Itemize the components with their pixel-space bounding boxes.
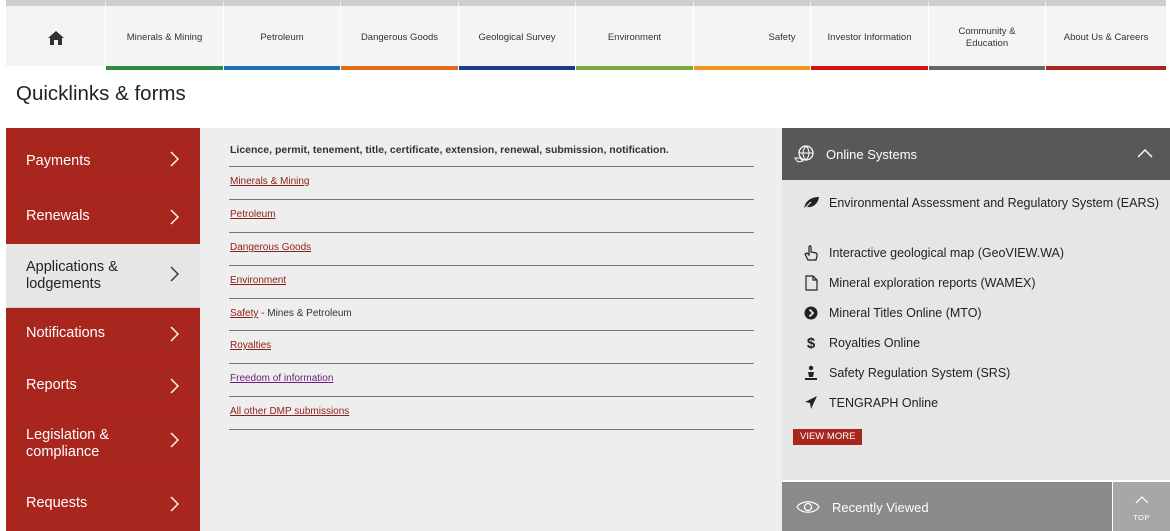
home-icon [47,31,64,45]
arrow-circle-icon [802,305,820,321]
link-suffix: - Mines & Petroleum [258,308,352,319]
recently-viewed-header[interactable]: Recently Viewed [782,482,1112,531]
link-royalties[interactable]: Royalties [230,340,271,351]
nav-label: Community & Education [958,26,1016,49]
sidebar-item-reports[interactable]: Reports [6,360,200,412]
back-to-top-label: TOP [1133,513,1150,522]
online-system-label: TENGRAPH Online [829,396,939,410]
chevron-right-icon [170,378,179,393]
nav-label: Geological Survey [478,32,556,43]
chevron-up-icon[interactable] [1137,148,1153,158]
list-item: Petroleum [229,200,754,233]
recently-viewed-title: Recently Viewed [832,500,929,515]
sidebar-item-label: Requests [26,495,88,511]
link-minerals-mining[interactable]: Minerals & Mining [230,176,309,187]
nav-label: About Us & Careers [1063,32,1149,43]
nav-investor-information[interactable]: Investor Information [811,0,929,70]
sidebar-item-label: Payments [26,153,91,169]
online-system-label: Mineral exploration reports (WAMEX) [829,276,1036,290]
nav-minerals-mining[interactable]: Minerals & Mining [106,0,224,70]
sidebar-item-requests[interactable]: Requests [6,476,200,531]
link-petroleum[interactable]: Petroleum [230,209,276,220]
link-environment[interactable]: Environment [230,275,286,286]
nav-safety[interactable]: Safety [694,0,811,70]
back-to-top-button[interactable]: TOP [1113,482,1170,531]
nav-petroleum[interactable]: Petroleum [224,0,341,70]
quicklinks-menu: Payments Renewals Applications & lodgeme… [6,128,200,531]
nav-label: Dangerous Goods [360,32,439,43]
nav-label: Investor Information [827,32,912,43]
leaf-icon [802,195,820,211]
list-item: Safety - Mines & Petroleum [229,299,754,331]
nav-label: Petroleum [260,32,304,43]
online-system-label: Mineral Titles Online (MTO) [829,306,982,320]
list-item: Royalties [229,331,754,364]
chevron-right-icon [170,432,179,448]
list-item: Dangerous Goods [229,233,754,266]
chevron-up-icon [1135,496,1149,504]
globe-hand-icon [794,145,814,163]
document-icon [802,275,820,291]
applications-panel: Licence, permit, tenement, title, certif… [200,128,782,531]
sidebar-item-renewals[interactable]: Renewals [6,190,200,244]
pointer-hand-icon [802,245,820,261]
list-item: Freedom of information [229,364,754,397]
nav-color-bar [811,66,928,70]
list-item: Environment [229,266,754,299]
chevron-right-icon [170,326,179,341]
nav-community-education[interactable]: Community & Education [929,0,1046,70]
sidebar-item-label: Applications & lodgements [26,258,118,292]
nav-geological-survey[interactable]: Geological Survey [459,0,576,70]
nav-home[interactable] [6,0,106,70]
nav-color-bar [1046,66,1166,70]
nav-dangerous-goods[interactable]: Dangerous Goods [341,0,459,70]
chevron-right-icon [170,151,179,166]
nav-label: Safety [768,32,796,43]
nav-color-bar [341,66,458,70]
location-arrow-icon [802,395,820,411]
dollar-icon: $ [806,334,816,352]
chevron-right-icon [170,209,179,224]
nav-color-bar [694,66,810,70]
sidebar-item-applications-lodgements[interactable]: Applications & lodgements [6,244,200,308]
link-safety[interactable]: Safety [230,308,258,319]
nav-color-bar [224,66,340,70]
nav-about-careers[interactable]: About Us & Careers [1046,0,1166,70]
sidebar-item-legislation-compliance[interactable]: Legislation & compliance [6,412,200,476]
worker-icon [802,365,820,381]
sidebar-item-label: Reports [26,377,77,393]
sidebar-item-notifications[interactable]: Notifications [6,308,200,360]
sidebar-item-payments[interactable]: Payments [6,128,200,190]
view-more-button[interactable]: VIEW MORE [793,429,863,445]
nav-color-bar [929,66,1045,70]
online-systems-header[interactable]: Online Systems [782,128,1170,180]
online-system-label: Royalties Online [829,336,921,350]
nav-color-bar [576,66,693,70]
nav-label: Environment [607,32,662,43]
nav-environment[interactable]: Environment [576,0,694,70]
sidebar-item-label: Legislation & compliance [26,426,110,460]
online-system-label: Environmental Assessment and Regulatory … [829,196,1159,210]
link-freedom-of-information[interactable]: Freedom of information [230,373,333,384]
link-all-other-dmp-submissions[interactable]: All other DMP submissions [230,406,349,417]
sidebar-item-label: Notifications [26,325,105,341]
panel-intro-text: Licence, permit, tenement, title, certif… [230,144,669,156]
nav-label: Minerals & Mining [126,32,203,43]
online-systems-title: Online Systems [826,147,918,162]
nav-color-bar [459,66,575,70]
sidebar-item-label: Renewals [26,208,90,224]
list-item: Minerals & Mining [229,167,754,200]
online-system-label: Safety Regulation System (SRS) [829,366,1011,380]
nav-color-bar [106,66,223,70]
chevron-right-icon [170,266,179,282]
online-system-label: Interactive geological map (GeoVIEW.WA) [829,246,1065,260]
link-dangerous-goods[interactable]: Dangerous Goods [230,242,311,253]
list-item: All other DMP submissions [229,397,754,430]
page-title: Quicklinks & forms [16,82,186,105]
nav-home-bar [6,66,105,70]
main-navigation: Minerals & Mining Petroleum Dangerous Go… [6,0,1166,70]
chevron-right-icon [170,496,179,511]
eye-icon [796,501,820,513]
